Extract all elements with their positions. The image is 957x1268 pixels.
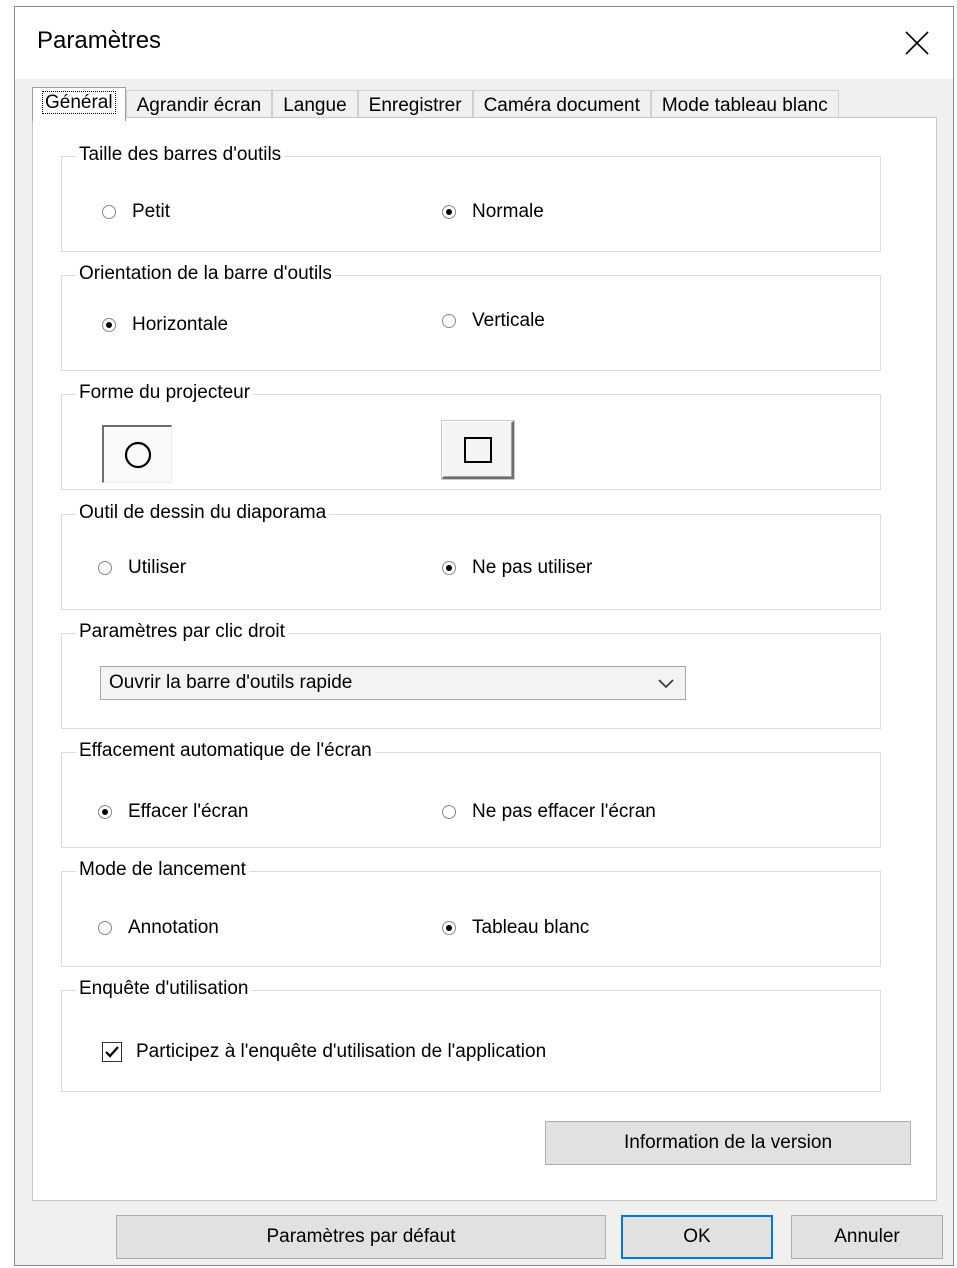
circle-shape-button[interactable] [102,425,172,483]
group-label: Outil de dessin du diaporama [76,501,330,525]
radio-dot [98,561,112,575]
radio-label: Ne pas effacer l'écran [472,801,656,822]
group-label: Paramètres par clic droit [76,620,288,644]
group-label: Enquête d'utilisation [76,977,252,1001]
dialog-title: Paramètres [37,27,162,54]
radio-dot [442,205,456,219]
tab-camera-document[interactable]: Caméra document [472,90,651,120]
title-bar: Paramètres [15,7,953,79]
radio-label: Normale [472,201,544,222]
projector-shape-group: Forme du projecteur [61,381,881,490]
radio-label: Ne pas utiliser [472,557,593,578]
tab-agrandir-ecran[interactable]: Agrandir écran [125,90,273,120]
radio-dot [102,205,116,219]
tab-bar: Général Agrandir écran Langue Enregistre… [32,87,839,121]
square-icon [463,436,492,463]
radio-label: Verticale [472,310,545,331]
radio-label: Petit [132,201,171,222]
radio-dot [442,314,456,328]
launch-mode-group: Mode de lancement Annotation Tableau bla… [61,858,881,967]
radio-ne-pas-utiliser[interactable]: Ne pas utiliser [442,557,592,579]
toolbar-orientation-group: Orientation de la barre d'outils Horizon… [61,262,881,371]
radio-dot [442,921,456,935]
settings-dialog: Paramètres Général Agrandir écran Langue… [14,6,954,1266]
auto-erase-group: Effacement automatique de l'écran Efface… [61,739,881,848]
tab-label: Général [42,91,116,114]
cancel-button[interactable]: Annuler [791,1215,943,1259]
checkbox-label: Participez à l'enquête d'utilisation de … [136,1041,547,1062]
radio-dot [102,318,116,332]
close-button[interactable] [895,21,939,65]
radio-annotation[interactable]: Annotation [98,917,219,939]
close-icon [905,31,929,55]
radio-dot [98,921,112,935]
radio-horizontale[interactable]: Horizontale [102,314,228,336]
radio-petit[interactable]: Petit [102,201,170,223]
version-info-button[interactable]: Information de la version [545,1121,911,1165]
survey-checkbox[interactable]: Participez à l'enquête d'utilisation de … [102,1041,546,1063]
default-settings-button[interactable]: Paramètres par défaut [116,1215,606,1259]
checkbox-box [102,1042,122,1062]
chevron-down-icon [658,679,674,689]
tab-panel-general: Taille des barres d'outils Petit Normale… [32,117,937,1201]
group-label: Taille des barres d'outils [76,143,285,167]
radio-dot [442,561,456,575]
group-label: Forme du projecteur [76,381,254,405]
radio-dot [98,805,112,819]
group-label: Mode de lancement [76,858,249,882]
radio-normale[interactable]: Normale [442,201,544,223]
radio-label: Effacer l'écran [128,801,249,822]
ok-button[interactable]: OK [621,1215,773,1259]
radio-label: Tableau blanc [472,917,590,938]
checkmark-icon [105,1046,119,1058]
square-shape-button[interactable] [442,421,514,479]
radio-label: Utiliser [128,557,187,578]
radio-effacer-ecran[interactable]: Effacer l'écran [98,801,249,823]
group-label: Effacement automatique de l'écran [76,739,375,763]
radio-ne-pas-effacer[interactable]: Ne pas effacer l'écran [442,801,656,823]
radio-tableau-blanc[interactable]: Tableau blanc [442,917,589,939]
select-value: Ouvrir la barre d'outils rapide [109,672,353,693]
tab-langue[interactable]: Langue [272,90,358,120]
right-click-group: Paramètres par clic droit Ouvrir la barr… [61,620,881,729]
tab-general[interactable]: Général [32,87,126,121]
radio-label: Annotation [128,917,219,938]
radio-label: Horizontale [132,314,229,335]
toolbar-size-group: Taille des barres d'outils Petit Normale [61,143,881,252]
radio-verticale[interactable]: Verticale [442,310,545,332]
radio-dot [442,805,456,819]
tab-enregistrer[interactable]: Enregistrer [357,90,473,120]
usage-survey-group: Enquête d'utilisation Participez à l'enq… [61,977,881,1092]
radio-utiliser[interactable]: Utiliser [98,557,186,579]
group-label: Orientation de la barre d'outils [76,262,335,286]
slideshow-drawing-group: Outil de dessin du diaporama Utiliser Ne… [61,501,881,610]
circle-icon [124,441,151,468]
right-click-select[interactable]: Ouvrir la barre d'outils rapide [100,666,686,700]
tab-mode-tableau-blanc[interactable]: Mode tableau blanc [650,90,839,120]
